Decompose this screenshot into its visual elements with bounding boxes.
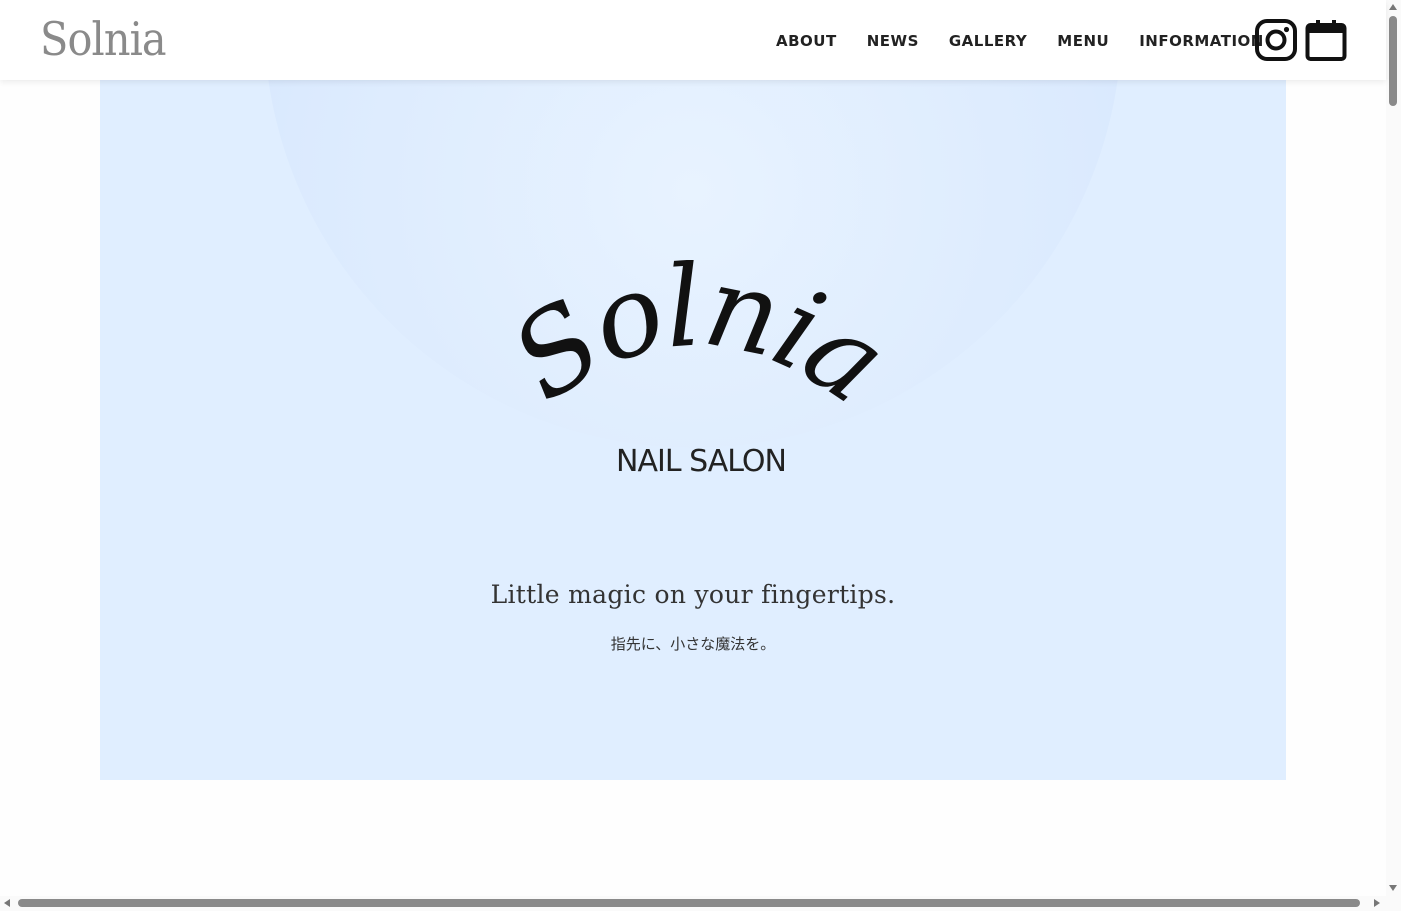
scroll-right-arrow-icon[interactable] [1374, 899, 1380, 907]
hero-section: Solnia NAIL SALON Little magic on your f… [100, 80, 1286, 780]
nav-link-menu[interactable]: MENU [1057, 30, 1109, 52]
brand-logo[interactable]: Solnia [40, 6, 167, 72]
scroll-down-arrow-icon[interactable] [1389, 885, 1397, 891]
instagram-icon[interactable] [1255, 19, 1297, 61]
nav-link-about[interactable]: ABOUT [776, 30, 837, 52]
nav-link-gallery[interactable]: GALLERY [949, 30, 1027, 52]
nav-link-news[interactable]: NEWS [867, 30, 919, 52]
vertical-scrollbar[interactable] [1386, 0, 1401, 911]
scroll-left-arrow-icon[interactable] [4, 899, 10, 907]
hero-logo-text: Solnia [510, 260, 880, 427]
scroll-up-arrow-icon[interactable] [1389, 4, 1397, 10]
hero-logo-subtitle: NAIL SALON [616, 444, 786, 479]
calendar-icon[interactable] [1305, 19, 1347, 61]
horizontal-scroll-thumb[interactable] [18, 899, 1360, 907]
site-header: Solnia ABOUT NEWS GALLERY MENU INFORMATI… [0, 0, 1386, 80]
nav-link-information[interactable]: INFORMATION [1139, 30, 1264, 52]
hero-subtagline: 指先に、小さな魔法を。 [610, 635, 776, 653]
hero-logo: Solnia NAIL SALON [510, 260, 880, 479]
vertical-scroll-thumb[interactable] [1389, 16, 1397, 106]
main-nav: ABOUT NEWS GALLERY MENU INFORMATION [776, 30, 1264, 52]
hero-tagline: Little magic on your fingertips. [490, 580, 896, 609]
horizontal-scrollbar[interactable] [0, 896, 1386, 911]
